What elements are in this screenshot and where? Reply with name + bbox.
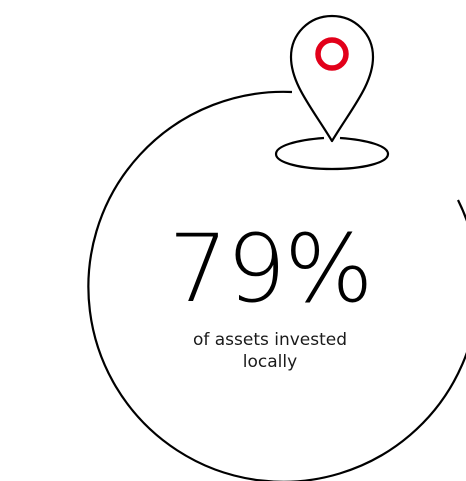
stat-caption: of assets invested locally bbox=[192, 330, 348, 372]
stat-value: 79% bbox=[168, 215, 374, 324]
location-pin-icon bbox=[274, 14, 390, 171]
pin-shadow bbox=[274, 136, 390, 171]
pin-body bbox=[289, 14, 375, 143]
stat-block: 79% of assets invested locally bbox=[140, 215, 400, 373]
